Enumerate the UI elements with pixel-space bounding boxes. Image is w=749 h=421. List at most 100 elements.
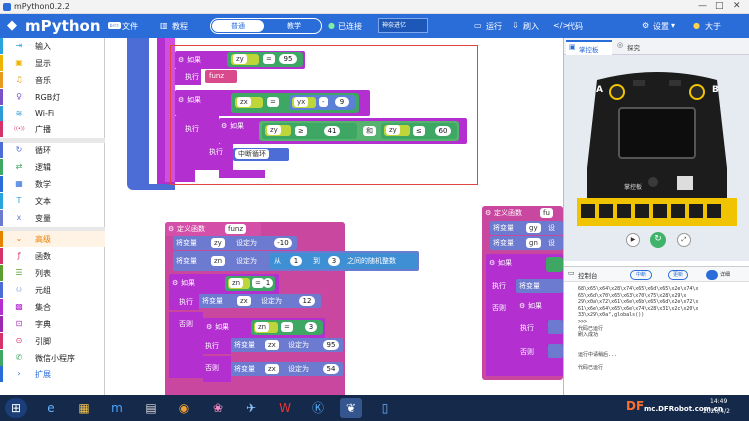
sidebar-item-15[interactable]: ▩ 集合 [0,299,105,315]
func-name-field[interactable]: funz [225,224,247,234]
button-a-label[interactable]: A [596,85,603,95]
minimize-button[interactable]: — [698,1,707,11]
var-zn[interactable]: zn [211,256,226,266]
num-1[interactable]: 1 [290,256,302,266]
num-m10[interactable]: -10 [274,238,292,248]
sidebar-item-16[interactable]: ⊡ 字典 [0,316,105,332]
maxthon-icon[interactable]: m [106,398,128,418]
blocks-workspace[interactable]: ⚙ 如果 zy = 95 执行 funz ⚙ 如果 zx = yx - 9 执行… [105,38,563,400]
file-icon[interactable]: ▤ [112,21,120,30]
set-zx-12[interactable]: 将变量 zx 设定为 12 [199,294,321,308]
set-zx-54[interactable]: 将变量 zx 设定为 54 [231,362,343,376]
sidebar-item-8[interactable]: ▦ 数学 [0,176,105,192]
mpython-task-icon[interactable]: ❦ [340,398,362,418]
set-gy-block[interactable]: 将变量 zy 设定为 -10 [173,236,297,250]
sidebar-item-2[interactable]: ♫ 音乐 [0,72,105,88]
else-block-4[interactable]: 否则 [169,312,203,378]
num-54[interactable]: 54 [323,364,339,374]
func-name-field[interactable]: fu [540,208,553,218]
run-icon[interactable]: ▭ [474,21,482,30]
num-12[interactable]: 12 [299,296,315,306]
if-block-5[interactable]: ⚙ 如果 zn = 3 [203,318,325,338]
sidebar-item-12[interactable]: ƒ 函数 [0,248,105,264]
set-var-right-2[interactable] [548,320,563,334]
exec-block-4[interactable]: 执行 [169,294,199,310]
sidebar-item-17[interactable]: ⊙ 引脚 [0,333,105,349]
expand-button[interactable]: ⤢ [677,233,691,247]
clear-button[interactable]: 中断 [630,270,652,280]
sidebar-item-0[interactable]: ⇥ 输入 [0,38,105,54]
close-button[interactable]: ✕ [733,1,741,11]
sidebar-item-5[interactable]: ((•)) 广播 [0,121,105,137]
if-block-right[interactable]: ⚙ 如果 [486,254,563,276]
num-1[interactable]: 1 [263,278,273,288]
else-block-right[interactable]: 否则 ⚙ 如果 执行 否则 [486,296,563,376]
sidebar-item-6[interactable]: ↻ 循环 [0,142,105,158]
user-name[interactable]: 大于 [705,21,721,32]
settings-button[interactable]: 设置 [653,21,669,32]
file-menu[interactable]: 文件 [122,21,138,32]
start-button[interactable]: ⊞ [5,398,27,418]
tab-explore[interactable]: ◎ 探究 [614,40,654,55]
compare-block-5[interactable]: zn = 3 [251,320,323,335]
num-95[interactable]: 95 [323,340,339,350]
set-gy-right[interactable]: 将变量 gy 设 [490,221,563,235]
else-block-5[interactable]: 否则 [203,356,231,382]
compare-block-right[interactable] [546,257,563,272]
var-zy[interactable]: zy [211,238,225,248]
device-select[interactable]: 神奈进亿 [378,18,428,33]
num-3[interactable]: 3 [328,256,340,266]
explorer-icon[interactable]: ▦ [73,398,95,418]
code-button[interactable]: 代码 [567,21,583,32]
flash-icon[interactable]: ⇩ [512,21,519,30]
sidebar-item-9[interactable]: T 文本 [0,193,105,209]
sidebar-item-18[interactable]: ✆ 微信小程序 [0,350,105,366]
op-eq[interactable]: = [281,322,293,332]
var-zn[interactable]: zn [228,278,250,289]
tutorial-icon[interactable]: ▥ [160,21,168,30]
tutorial-menu[interactable]: 教程 [172,21,188,32]
sidebar-item-4[interactable]: ≋ Wi-Fi [0,106,105,122]
nested-if-right[interactable]: ⚙ 如果 [516,298,563,316]
refresh-button[interactable]: ↻ [650,232,666,248]
settings-icon[interactable]: ⚙ [642,21,649,30]
var-zn[interactable]: zn [254,322,278,333]
sidebar-item-11[interactable]: ⌄ 高级 [0,231,105,247]
settings-chevron-icon[interactable]: ▾ [671,21,675,30]
exec-block-right[interactable]: 执行 将变量 [486,276,563,296]
var-gn[interactable]: gn [526,238,541,248]
compare-block-4[interactable]: zn = 1 [225,276,275,291]
user-avatar[interactable]: ● [693,21,700,30]
set-zn-block[interactable]: 将变量 zn 设定为 从 1 到 3 之间的随机整数 [173,251,419,271]
sidebar-item-3[interactable]: ♀ RGB灯 [0,89,105,105]
num-3[interactable]: 3 [305,322,317,332]
set-zx-95[interactable]: 将变量 zx 设定为 95 [231,338,343,352]
app-icon-4[interactable]: Ⓚ [307,398,329,418]
sidebar-item-7[interactable]: ⇄ 逻辑 [0,159,105,175]
phone-icon[interactable]: ▯ [374,398,396,418]
run-button[interactable]: 运行 [486,21,502,32]
button-b-label[interactable]: B [712,85,719,95]
mode-teaching-tab[interactable]: 教学 [269,20,319,32]
var-zx[interactable]: zx [265,340,279,350]
set-var-right[interactable]: 将变量 [516,279,563,293]
random-int-block[interactable]: 从 1 到 3 之间的随机整数 [270,253,418,269]
mode-normal-tab[interactable]: 普通 [212,20,264,32]
mode-switch[interactable]: 普通 教学 [210,18,322,34]
flash-button[interactable]: 刷入 [523,21,539,32]
app-icon-3[interactable]: ✈ [240,398,262,418]
play-button[interactable]: ▶ [626,233,640,247]
var-gy[interactable]: gy [526,223,541,233]
sidebar-item-13[interactable]: ☰ 列表 [0,265,105,281]
sidebar-item-14[interactable]: (,) 元组 [0,282,105,298]
app-icon-1[interactable]: ▤ [140,398,162,418]
chrome-icon[interactable]: ◉ [173,398,195,418]
maximize-button[interactable]: □ [715,1,724,11]
sidebar-item-1[interactable]: ▣ 显示 [0,55,105,71]
detail-toggle[interactable] [706,270,718,280]
sidebar-item-10[interactable]: x 变量 [0,210,105,226]
var-zx[interactable]: zx [265,364,279,374]
exec-block-5[interactable]: 执行 [203,338,231,354]
ie-icon[interactable]: e [40,398,62,418]
set-var-right-3[interactable] [548,344,563,358]
